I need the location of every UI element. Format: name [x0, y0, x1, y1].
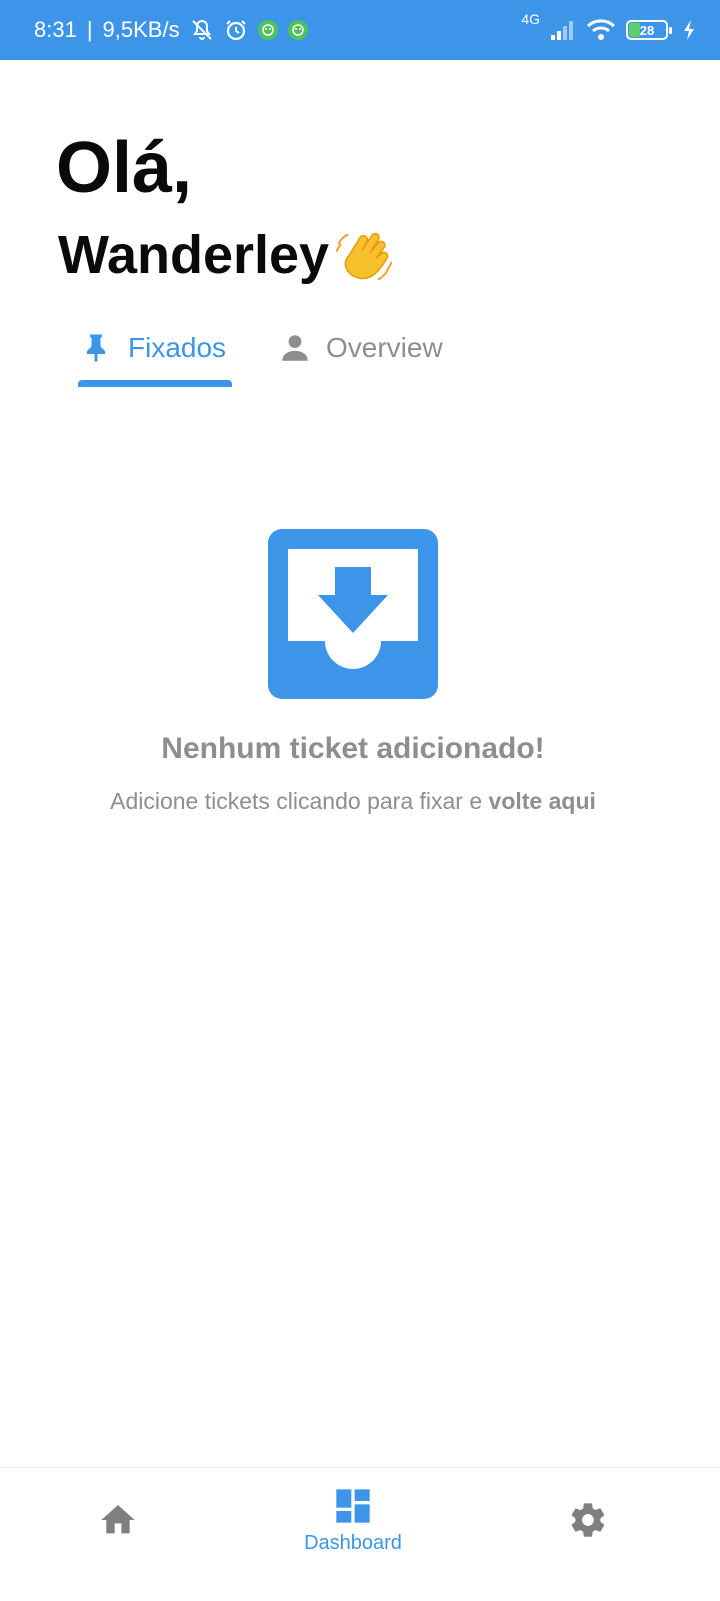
status-bar: 8:31 | 9,5KB/s 4G 28 — [0, 0, 720, 60]
tab-overview[interactable]: Overview — [278, 320, 443, 376]
empty-state-description: Adicione tickets clicando para fixar e v… — [0, 788, 706, 815]
empty-state-title: Nenhum ticket adicionado! — [161, 732, 545, 765]
battery-level: 28 — [639, 22, 655, 38]
app-icon — [257, 20, 278, 40]
empty-state-emphasis: volte aqui — [488, 788, 596, 814]
wifi-icon — [586, 19, 616, 40]
person-icon — [282, 335, 308, 361]
tab-bar: Fixados Overview — [78, 320, 443, 387]
signal-icon — [551, 21, 573, 40]
bell-off-icon — [191, 19, 212, 40]
bottom-navigation: Dashboard — [0, 1467, 720, 1601]
empty-state-text: Adicione tickets clicando para fixar e — [110, 788, 489, 814]
status-bar-right: 4G 28 — [521, 11, 696, 41]
status-time: 8:31 — [34, 17, 77, 42]
inbox-download-icon — [268, 529, 438, 699]
home-icon — [101, 1505, 135, 1534]
nav-dashboard-label: Dashboard — [304, 1532, 402, 1554]
gear-icon — [571, 1503, 605, 1537]
dashboard-icon — [336, 1489, 370, 1523]
status-separator: | — [86, 17, 93, 42]
nav-home[interactable] — [88, 1468, 148, 1601]
battery-icon: 28 — [626, 20, 672, 40]
app-icon — [287, 20, 308, 40]
nav-settings[interactable] — [558, 1468, 618, 1601]
nav-dashboard[interactable]: Dashboard — [278, 1468, 428, 1601]
status-bar-left: 8:31 | 9,5KB/s — [34, 17, 308, 43]
network-type: 4G — [521, 11, 540, 27]
alarm-icon — [225, 20, 246, 41]
tab-fixados[interactable]: Fixados — [78, 320, 232, 387]
greeting-name-row: Wanderley — [58, 222, 395, 288]
charging-icon — [684, 20, 694, 40]
user-name: Wanderley — [58, 225, 330, 285]
tab-fixados-label: Fixados — [128, 332, 227, 363]
pin-icon — [87, 334, 105, 362]
greeting-hello: Olá, — [56, 128, 193, 208]
active-tab-indicator — [78, 380, 232, 387]
status-speed: 9,5KB/s — [102, 17, 180, 42]
tab-overview-label: Overview — [326, 332, 443, 363]
waving-hand-icon — [336, 232, 393, 281]
